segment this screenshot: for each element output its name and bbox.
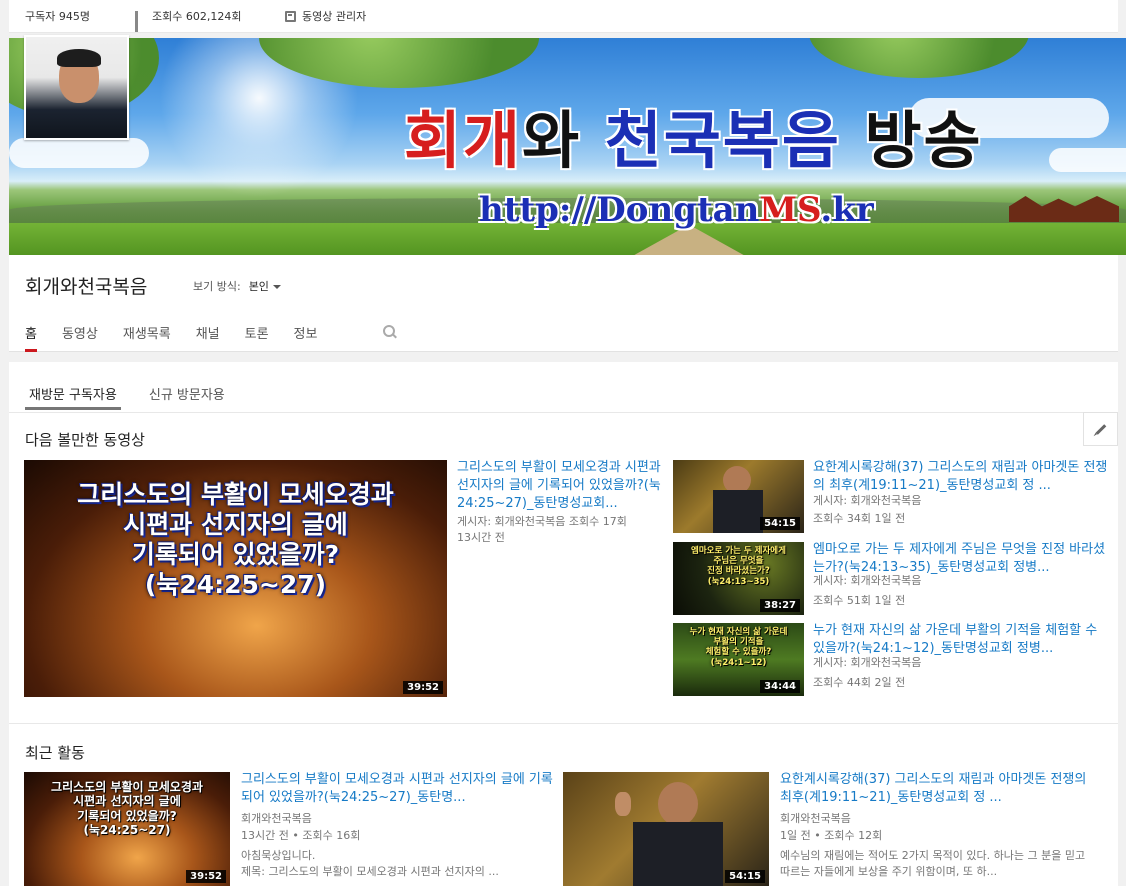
video-uploader: 게시자: 회개와천국복음 [813,574,922,587]
thumbnail-caption-line: (눅24:1~12) [710,657,767,668]
video-thumbnail[interactable]: 54:15 [563,772,769,886]
thumbnail-caption: 그리스도의 부활이 모세오경과 시편과 선지자의 글에 기록되어 있었을까? (… [24,780,230,838]
thumbnail-caption-line: 주님은 무엇을 [713,556,764,567]
tab-discussion[interactable]: 토론 [245,323,269,352]
subscriber-count: 구독자 945명 [25,8,90,24]
view-as-value-text: 본인 [248,280,269,293]
video-uploader: 게시자: 회개와천국복음 [813,494,922,507]
video-title[interactable]: 엠마오로 가는 두 제자에게 주님은 무엇을 진정 바라셨는가?(눅24:13~… [813,541,1108,577]
edit-section-button[interactable] [1083,412,1118,446]
video-duration: 54:15 [760,517,800,530]
featured-video-meta: 게시자: 회개와천국복음 조회수 17회 [457,515,627,528]
channel-tabs: 홈 동영상 재생목록 채널 토론 정보 [25,323,342,352]
video-title[interactable]: 그리스도의 부활이 모세오경과 시편과 선지자의 글에 기록되어 있었을까?(눅… [241,771,556,807]
video-meta: 1일 전 • 조회수 12회 [780,829,883,842]
video-duration: 38:27 [760,599,800,612]
audience-tabs: 재방문 구독자용 신규 방문자용 [25,380,253,410]
thumbnail-caption-line: (눅24:13~35) [707,576,770,587]
video-channel[interactable]: 회개와천국복음 [241,811,312,827]
banner-title-part: 와 [522,104,605,177]
pencil-icon [1095,423,1106,435]
video-duration: 39:52 [186,870,226,883]
video-meta: 조회수 34회 1일 전 [813,512,906,525]
thumbnail-caption-line: 그리스도의 부활이 모세오경과 [51,780,203,794]
video-description: 아침묵상입니다. 제목: 그리스도의 부활이 모세오경과 시편과 선지자의 ..… [241,849,499,878]
banner-url-part: http://Dongtan [479,190,760,230]
video-manager-icon [285,10,296,22]
view-count-label: 조회수 602,124회 [152,10,242,23]
subscriber-count-label: 구독자 945명 [25,10,90,23]
section-title-recent-activity: 최근 활동 [25,744,85,762]
video-meta: 13시간 전 • 조회수 16회 [241,829,361,842]
banner-url-part: MS [759,190,821,230]
thumbnail-caption: 그리스도의 부활이 모세오경과 시편과 선지자의 글에 기록되어 있었을까? (… [24,480,447,600]
thumbnail-caption-line: 부활의 기적을 [713,637,764,648]
channel-banner: 회개와 천국복음 방송 http://DongtanMS.kr [9,38,1126,255]
banner-title: 회개와 천국복음 방송 [404,90,983,180]
banner-title-part: 방송 [840,104,983,177]
thumbnail-caption-line: 시편과 선지자의 글에 [123,510,348,539]
video-thumbnail[interactable]: 누가 현재 자신의 삶 가운데 부활의 기적을 체험할 수 있을까? (눅24:… [673,623,804,696]
video-manager-link[interactable]: 동영상 관리자 [285,8,366,24]
thumbnail-caption-line: 진정 바라셨는가? [707,566,770,577]
view-count[interactable]: 조회수 602,124회 [135,8,242,32]
banner-url: http://DongtanMS.kr [479,190,874,230]
home-content: 재방문 구독자용 신규 방문자용 다음 볼만한 동영상 그리스도의 부활이 모세… [9,362,1118,886]
view-as-selector[interactable]: 보기 방식: 본인 [193,278,281,294]
tab-about[interactable]: 정보 [294,323,318,352]
section-title-watch-next: 다음 볼만한 동영상 [25,431,145,449]
tab-home[interactable]: 홈 [25,323,37,352]
video-duration: 54:15 [725,870,765,883]
thumbnail-caption-line: 엠마오로 가는 두 제자에게 [691,546,786,556]
featured-video-thumbnail[interactable]: 그리스도의 부활이 모세오경과 시편과 선지자의 글에 기록되어 있었을까? (… [24,460,447,697]
thumbnail-caption-line: 누가 현재 자신의 삶 가운데 [689,627,788,637]
stats-bars-icon [135,10,146,32]
house-illustration [1009,196,1119,222]
view-as-value[interactable]: 본인 [249,278,281,294]
thumbnail-caption-line: (눅24:25~27) [144,570,327,599]
video-title[interactable]: 요한계시록강해(37) 그리스도의 재림과 아마겟돈 전쟁의 최후(계19:11… [780,771,1095,807]
banner-url-part: .kr [820,190,874,230]
channel-avatar[interactable] [24,35,129,140]
thumbnail-caption: 엠마오로 가는 두 제자에게 주님은 무엇을 진정 바라셨는가? (눅24:13… [673,546,804,587]
channel-header: 회개와천국복음 보기 방식: 본인 홈 동영상 재생목록 채널 토론 정보 [9,255,1118,352]
video-duration: 39:52 [403,681,443,694]
video-thumbnail[interactable]: 엠마오로 가는 두 제자에게 주님은 무엇을 진정 바라셨는가? (눅24:13… [673,542,804,615]
thumbnail-caption-line: 체험할 수 있을까? [705,647,772,658]
thumbnail-caption-line: 기록되어 있었을까? [131,540,340,569]
tab-videos[interactable]: 동영상 [62,323,98,352]
channel-stats-bar: 구독자 945명 조회수 602,124회 동영상 관리자 [9,0,1118,33]
video-duration: 34:44 [760,680,800,693]
video-title[interactable]: 누가 현재 자신의 삶 가운데 부활의 기적을 체험할 수 있을까?(눅24:1… [813,622,1108,658]
featured-video-age: 13시간 전 [457,531,505,544]
video-description: 예수님의 재림에는 적어도 2가지 목적이 있다. 하나는 그 분을 믿고 따르… [780,849,1086,878]
thumbnail-caption-line: (눅24:25~27) [83,823,171,838]
tab-playlists[interactable]: 재생목록 [123,323,171,352]
banner-title-part: 천국복음 [604,104,841,177]
view-as-label: 보기 방식: [193,280,241,293]
video-channel[interactable]: 회개와천국복음 [780,811,851,827]
video-thumbnail[interactable]: 그리스도의 부활이 모세오경과 시편과 선지자의 글에 기록되어 있었을까? (… [24,772,230,886]
video-manager-label: 동영상 관리자 [302,10,367,23]
thumbnail-caption-line: 그리스도의 부활이 모세오경과 [77,480,394,509]
featured-video-title[interactable]: 그리스도의 부활이 모세오경과 시편과 선지자의 글에 기록되어 있었을까?(눅… [457,459,667,513]
tab-new-visitors[interactable]: 신규 방문자용 [145,380,229,410]
channel-name: 회개와천국복음 [25,276,148,298]
search-icon[interactable] [383,325,397,339]
video-title[interactable]: 요한계시록강해(37) 그리스도의 재림과 아마겟돈 전쟁의 최후(계19:11… [813,459,1108,495]
video-thumbnail[interactable]: 54:15 [673,460,804,533]
banner-title-part: 회개 [404,104,523,177]
thumbnail-caption-line: 시편과 선지자의 글에 [73,794,181,809]
video-uploader: 게시자: 회개와천국복음 [813,656,922,669]
thumbnail-caption-line: 기록되어 있었을까? [77,808,177,823]
video-meta: 조회수 51회 1일 전 [813,594,906,607]
tab-channels[interactable]: 채널 [196,323,220,352]
thumbnail-caption: 누가 현재 자신의 삶 가운데 부활의 기적을 체험할 수 있을까? (눅24:… [673,627,804,668]
video-meta: 조회수 44회 2일 전 [813,676,906,689]
tab-returning-subscribers[interactable]: 재방문 구독자용 [25,380,121,410]
chevron-down-icon [272,285,281,289]
